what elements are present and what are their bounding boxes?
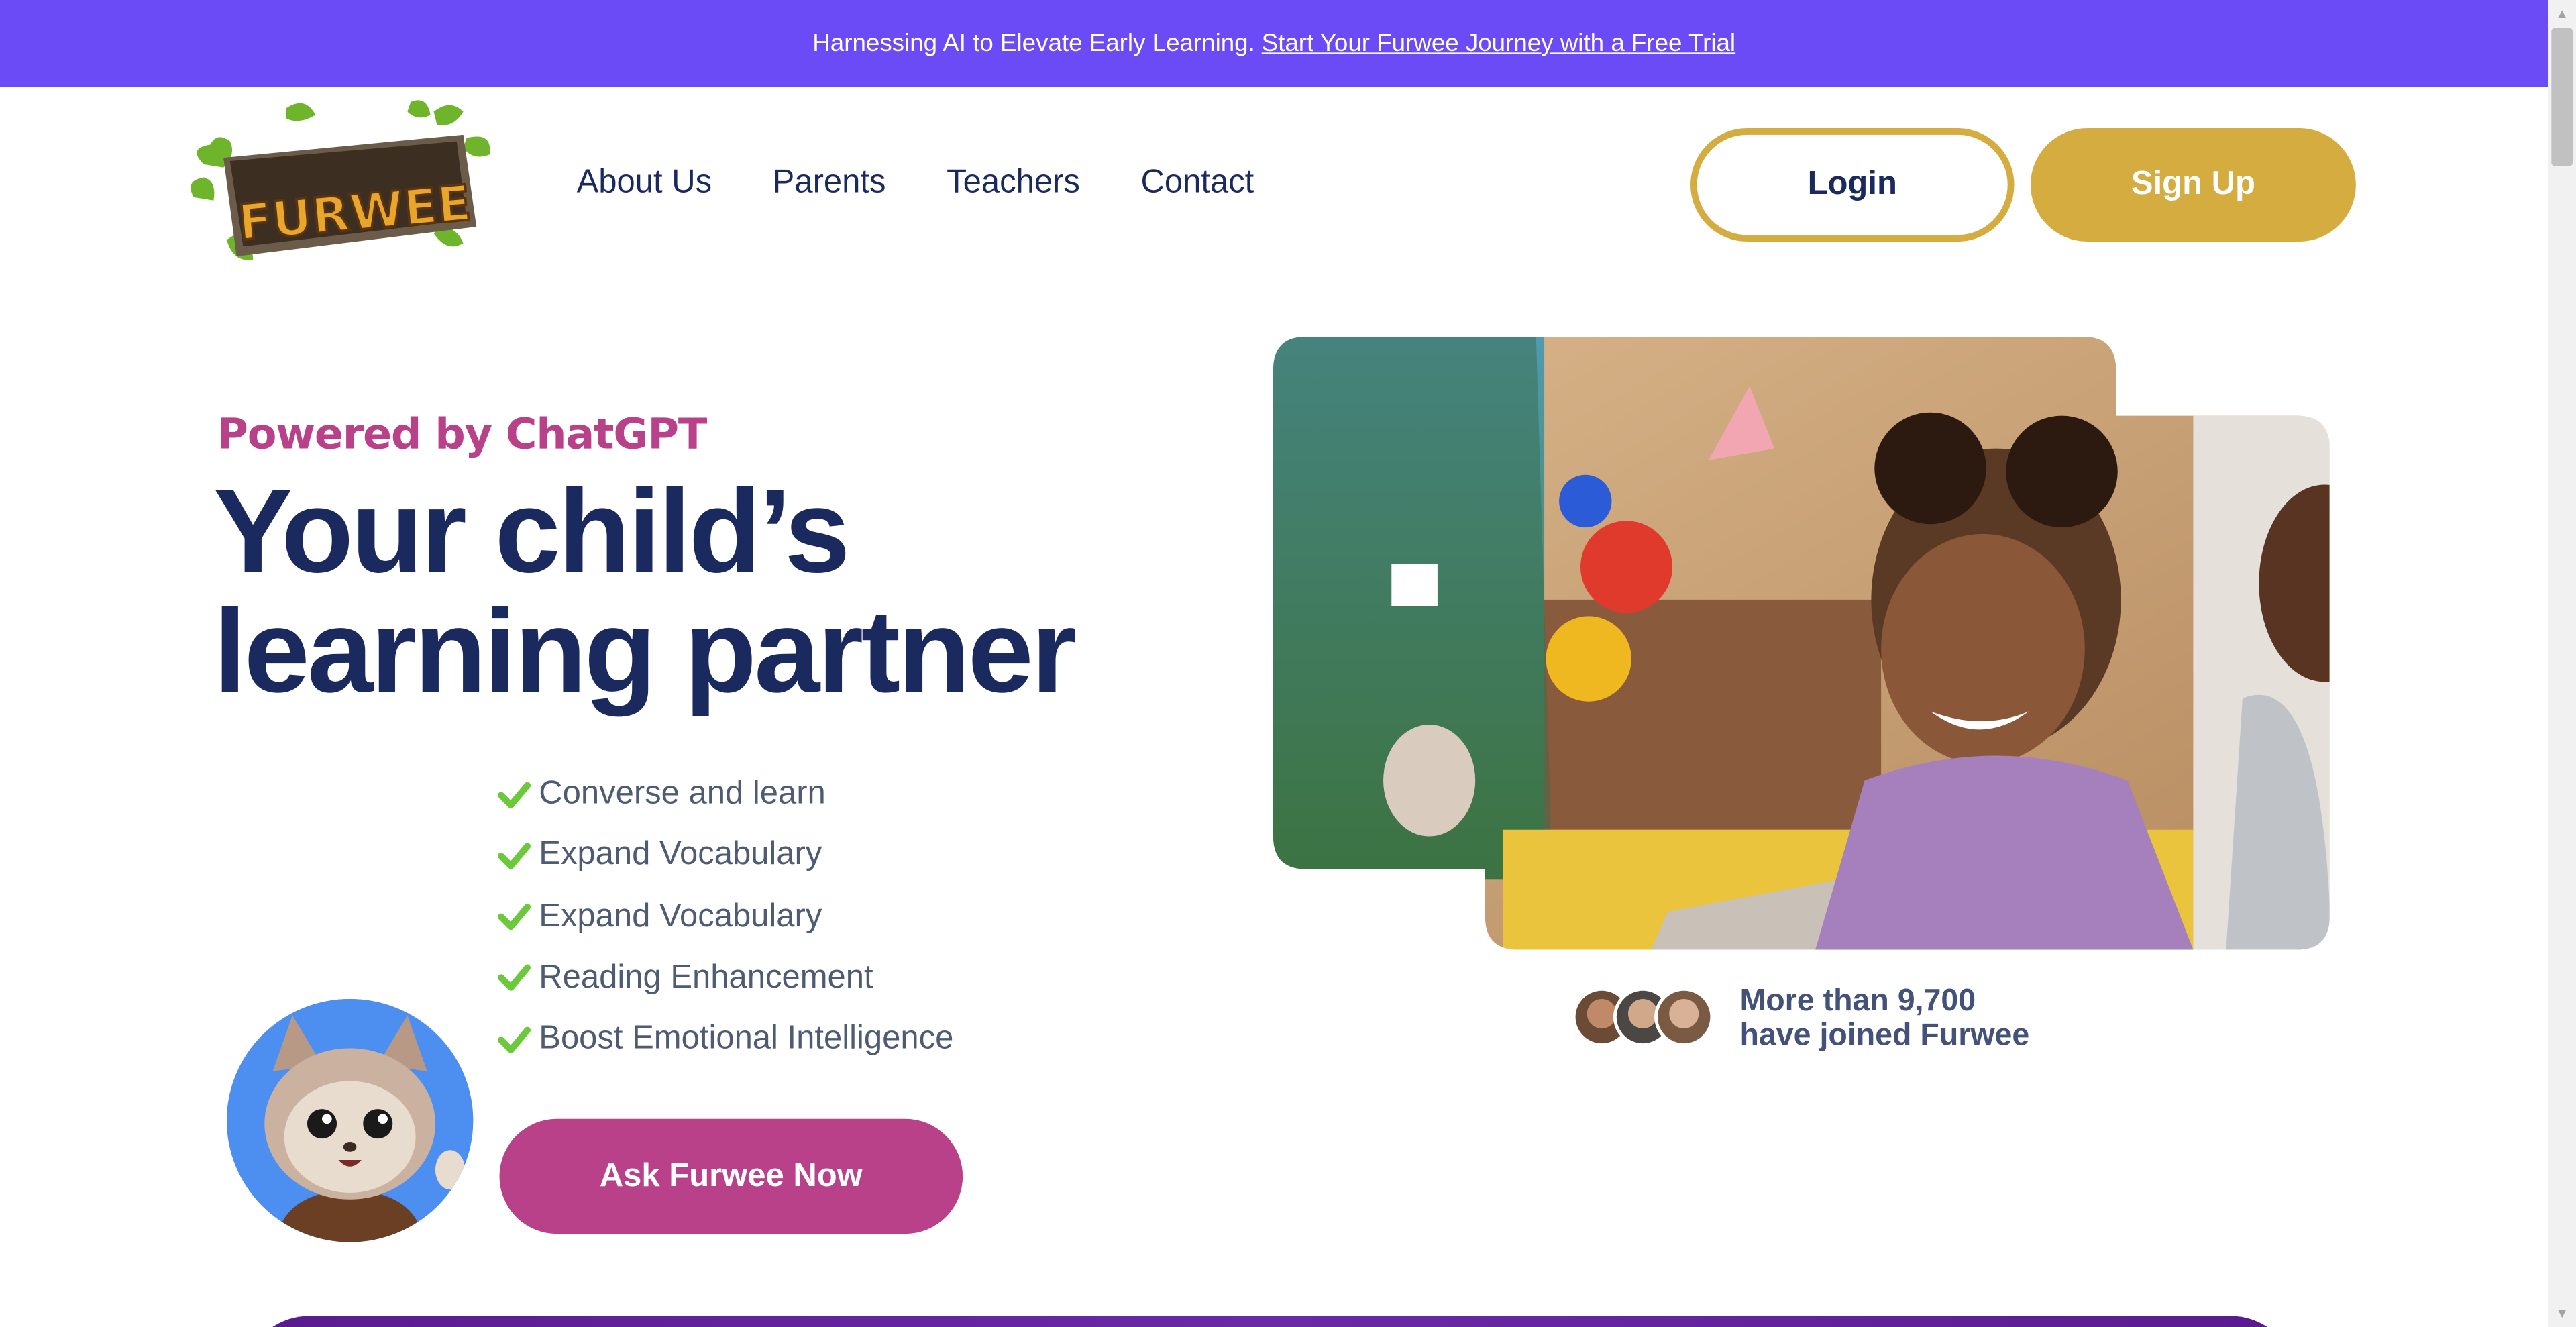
announcement-text: Harnessing AI to Elevate Early Learning. [812,30,1255,58]
nav-item-contact[interactable]: Contact [1140,164,1254,202]
checkmark-icon [498,1026,531,1053]
signup-button[interactable]: Sign Up [2030,128,2356,242]
feature-list: Converse and learn Expand Vocabulary Exp… [498,764,953,1070]
feature-label: Reading Enhancement [539,959,873,996]
nav-item-about-us[interactable]: About Us [577,164,712,202]
nav-item-teachers[interactable]: Teachers [947,164,1080,202]
hero-photo [1273,337,2330,950]
headline-line-1: Your child’s [213,466,850,598]
feature-item: Expand Vocabulary [498,886,953,947]
hero-headline: Your child’s learning partner [213,466,1199,719]
social-proof-caption: have joined Furwee [1739,1018,2030,1053]
feature-item: Boost Emotional Intelligence [498,1009,953,1070]
feature-item: Converse and learn [498,764,953,825]
page: Harnessing AI to Elevate Early Learning.… [0,0,2576,1327]
announcement-bar: Harnessing AI to Elevate Early Learning.… [0,0,2548,87]
scrollbar-thumb[interactable] [2551,28,2573,166]
feature-label: Converse and learn [539,776,826,812]
checkmark-icon [498,904,531,931]
login-button[interactable]: Login [1690,128,2015,242]
scroll-down-icon[interactable]: ▼ [2548,1299,2576,1327]
page-scrollbar[interactable] [2548,0,2576,1327]
checkmark-icon [498,843,531,869]
ask-furwee-button[interactable]: Ask Furwee Now [499,1118,963,1234]
social-proof-count: More than 9,700 [1739,984,1976,1019]
feature-label: Expand Vocabulary [539,837,822,873]
free-trial-link[interactable]: Start Your Furwee Journey with a Free Tr… [1262,30,1735,58]
hero-eyebrow: Powered by ChatGPT [217,411,707,460]
mascot-illustration [226,998,474,1242]
feature-label: Boost Emotional Intelligence [539,1020,954,1057]
checkmark-icon [498,965,531,992]
feature-label: Expand Vocabulary [539,898,822,935]
scroll-up-icon[interactable]: ▲ [2548,0,2576,28]
furwee-logo[interactable]: FURWEE [187,99,496,273]
nav-item-parents[interactable]: Parents [773,164,886,202]
social-proof: More than 9,700 have joined Furwee [1739,984,2029,1053]
headline-line-2: learning partner [213,586,1077,719]
next-section-band [243,1316,2297,1327]
feature-item: Reading Enhancement [498,947,953,1008]
member-avatars [1572,987,1714,1047]
main-nav: About Us Parents Teachers Contact [577,164,1254,202]
checkmark-icon [498,781,531,808]
mascot-avatar [226,998,474,1242]
feature-item: Expand Vocabulary [498,825,953,886]
